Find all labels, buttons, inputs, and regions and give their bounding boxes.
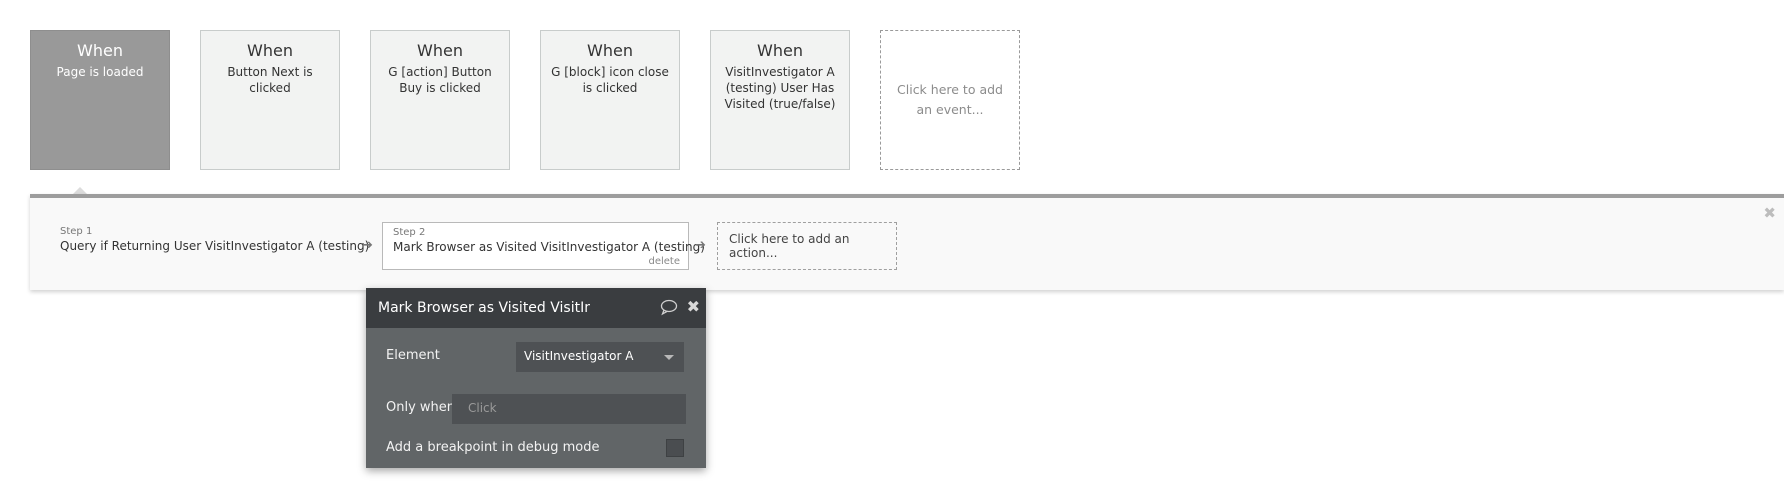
event-when-label: When: [77, 41, 123, 60]
event-description: VisitInvestigator A (testing) User Has V…: [724, 65, 836, 111]
panel-header: Mark Browser as Visited VisitInvestigato…: [366, 288, 706, 328]
workflow-step-2[interactable]: Step 2 Mark Browser as Visited VisitInve…: [382, 222, 705, 270]
arrow-right-icon: ➔: [695, 238, 706, 253]
event-card-button-next[interactable]: When Button Next is clicked: [200, 30, 340, 170]
workflow-step-1[interactable]: Step 1 Query if Returning User VisitInve…: [50, 222, 370, 270]
action-properties-panel: Mark Browser as Visited VisitInvestigato…: [366, 288, 706, 468]
event-when-label: When: [417, 41, 463, 60]
step-number: Step 2: [393, 227, 426, 238]
only-when-input[interactable]: Click: [452, 394, 686, 424]
event-description: Page is loaded: [56, 65, 144, 79]
event-card-user-has-visited[interactable]: When VisitInvestigator A (testing) User …: [710, 30, 850, 170]
event-description: Button Next is clicked: [227, 65, 313, 95]
add-event-label: Click here to add an event...: [897, 82, 1003, 117]
event-description: G [action] Button Buy is clicked: [388, 65, 492, 95]
delete-step-link[interactable]: delete: [648, 256, 680, 267]
step-number: Step 1: [60, 226, 93, 237]
breakpoint-checkbox[interactable]: [666, 439, 684, 457]
add-action-button[interactable]: Click here to add an action...: [717, 222, 897, 270]
workflow-steps-bar: ✖ Step 1 Query if Returning User VisitIn…: [30, 194, 1784, 290]
step-name: Query if Returning User VisitInvestigato…: [60, 239, 370, 253]
chevron-down-icon: [664, 355, 674, 360]
close-icon[interactable]: ✖: [687, 297, 700, 316]
event-card-icon-close[interactable]: When G [block] icon close is clicked: [540, 30, 680, 170]
only-when-placeholder: Click: [468, 401, 497, 415]
event-card-page-loaded[interactable]: When Page is loaded: [30, 30, 170, 170]
step-name: Mark Browser as Visited VisitInvestigato…: [393, 240, 705, 254]
add-action-label: Click here to add an action...: [729, 232, 850, 260]
close-icon[interactable]: ✖: [1763, 204, 1776, 222]
element-dropdown-value: VisitInvestigator A: [524, 349, 634, 363]
add-event-button[interactable]: Click here to add an event...: [880, 30, 1020, 170]
element-dropdown[interactable]: VisitInvestigator A: [516, 342, 684, 372]
event-card-button-buy[interactable]: When G [action] Button Buy is clicked: [370, 30, 510, 170]
event-when-label: When: [757, 41, 803, 60]
event-when-label: When: [587, 41, 633, 60]
event-description: G [block] icon close is clicked: [551, 65, 669, 95]
breakpoint-label: Add a breakpoint in debug mode: [386, 440, 600, 455]
panel-title: Mark Browser as Visited VisitInvestigato…: [378, 300, 590, 316]
element-label: Element: [386, 348, 440, 363]
event-when-label: When: [247, 41, 293, 60]
comment-icon[interactable]: [660, 298, 678, 316]
arrow-right-icon: ➔: [362, 238, 373, 253]
only-when-label: Only when: [386, 400, 456, 415]
